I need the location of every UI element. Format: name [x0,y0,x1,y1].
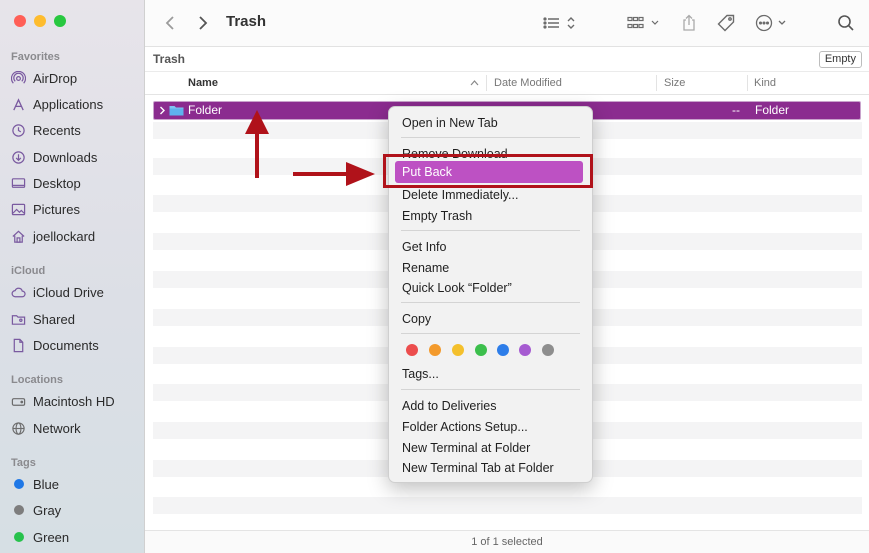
right-arrow-icon [293,162,375,186]
up-arrow-icon [245,110,269,178]
annotation-arrows [245,110,375,186]
